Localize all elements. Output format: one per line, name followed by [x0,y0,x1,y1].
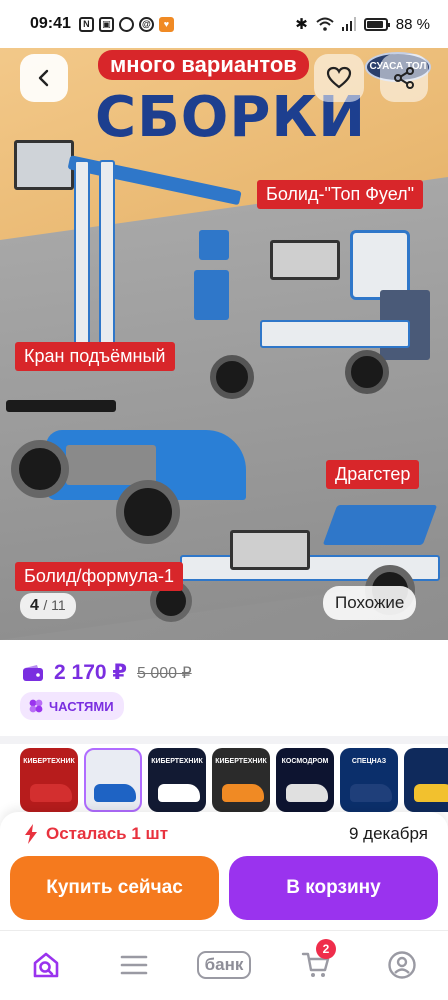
label-formula: Болид/формула-1 [15,562,184,591]
related-product-thumb[interactable] [404,748,448,812]
catalog-icon [120,955,148,975]
price-row: 2 170 ₽ 5 000 ₽ [22,660,192,685]
status-time: 09:41 [30,15,71,32]
thumb-product-shape [222,784,264,802]
nfc-icon: N [78,16,94,32]
status-bar: 09:41 N ▣ @ ♥ ✱ 88 % [0,0,448,48]
product-info-panel: 2 170 ₽ 5 000 ₽ ЧАСТЯМИ [0,640,448,736]
label-dragster: Драгстер [326,460,420,489]
notification-icons: N ▣ @ ♥ [78,16,174,32]
thumb-product-shape [94,784,136,802]
back-icon [38,69,49,87]
stock-warning: Осталась 1 шт [24,824,168,844]
thumb-label: КИБЕРТЕХНИК [23,758,75,765]
buy-now-button[interactable]: Купить сейчас [10,856,219,920]
back-button[interactable] [20,54,68,102]
heart-icon [326,66,352,89]
thumb-label: КИБЕРТЕХНИК [151,758,203,765]
related-products-strip: КИБЕРТЕХНИК КИБЕРТЕХНИК КИБЕРТЕХНИК КОСМ… [20,748,448,818]
shop-notification-icon: ♥ [158,16,174,32]
image-counter-current: 4 [30,597,39,614]
favorite-button[interactable] [314,54,364,102]
app-notification-icon: ▣ [98,16,114,32]
label-crane: Кран подъёмный [15,342,175,371]
system-icons: ✱ 88 % [295,15,430,34]
delivery-date: 9 декабря [348,824,428,843]
share-button[interactable] [380,54,428,102]
signal-icon [341,17,356,31]
stock-text: Осталась 1 шт [46,824,169,843]
installment-label: ЧАСТЯМИ [49,698,114,714]
purchase-sheet: Осталась 1 шт 9 декабря Купить сейчас В … [0,812,448,930]
similar-button[interactable]: Похожие [323,586,417,620]
wallet-icon [23,664,43,681]
cart-count-badge: 2 [316,939,336,959]
tab-profile[interactable] [382,945,422,985]
related-product-thumb[interactable]: КИБЕРТЕХНИК [148,748,206,812]
battery-icon [363,17,390,31]
current-price: 2 170 ₽ [54,661,127,684]
section-divider [0,736,448,744]
tab-catalog[interactable] [114,945,154,985]
image-counter: 4 / 11 [20,593,76,619]
chat-icon [118,16,134,32]
bluetooth-icon: ✱ [295,16,308,33]
old-price: 5 000 ₽ [137,664,192,682]
related-product-thumb[interactable]: КОСМОДРОМ [276,748,334,812]
wifi-icon [316,17,334,31]
at-icon: @ [138,16,154,32]
bottom-tab-bar: банк 2 [0,930,448,1000]
search-home-icon [33,952,59,978]
lightning-icon [25,824,37,844]
share-icon [394,67,414,89]
thumb-product-shape [158,784,200,802]
battery-level: 88 % [395,15,430,33]
thumb-label: КИБЕРТЕХНИК [215,758,267,765]
thumb-product-shape [350,784,392,802]
thumb-label: СПЕЦНАЗ [351,758,387,765]
bank-label: банк [196,951,252,979]
profile-icon [388,951,416,979]
tab-home[interactable] [26,945,66,985]
thumb-label: КОСМОДРОМ [281,758,329,765]
related-product-thumb[interactable]: СПЕЦНАЗ [340,748,398,812]
thumb-product-shape [30,784,72,802]
related-product-thumb[interactable]: КИБЕРТЕХНИК [212,748,270,812]
installment-badge[interactable]: ЧАСТЯМИ [20,692,124,720]
label-top-fuel: Болид-"Топ Фуел" [257,180,424,209]
add-to-cart-button[interactable]: В корзину [229,856,438,920]
related-product-thumb[interactable]: КИБЕРТЕХНИК [20,748,78,812]
tab-cart[interactable]: 2 [296,939,336,985]
thumb-product-shape [286,784,328,802]
product-image-gallery[interactable]: много вариантов СУАСА ТОЛ СБОРКИ [0,40,448,640]
thumb-product-shape [414,784,448,802]
image-counter-total: / 11 [43,597,66,613]
related-product-thumb[interactable] [84,748,142,812]
installment-icon [29,699,43,713]
image-ribbon-text: много вариантов [98,50,309,80]
tab-bank[interactable]: банк [192,945,256,985]
